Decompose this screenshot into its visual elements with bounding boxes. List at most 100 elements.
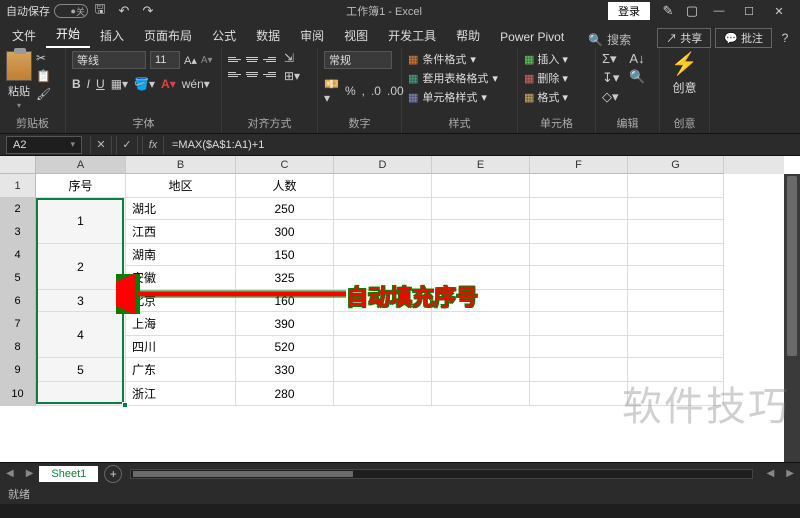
comma-icon[interactable]: ,	[362, 77, 365, 105]
name-box[interactable]: A2▾	[6, 136, 82, 154]
sheet-nav-prev[interactable]: ◀	[0, 468, 20, 479]
fill-icon[interactable]: ↧▾	[602, 70, 619, 86]
vertical-scrollbar[interactable]	[784, 174, 800, 462]
tab-file[interactable]: 文件	[2, 23, 46, 48]
cell[interactable]	[432, 382, 530, 406]
cell[interactable]	[334, 358, 432, 382]
row-header-8[interactable]: 8	[0, 336, 36, 358]
tab-data[interactable]: 数据	[246, 23, 290, 48]
cell[interactable]: 四川	[126, 336, 236, 358]
cell[interactable]	[334, 312, 432, 336]
align-buttons[interactable]	[228, 54, 276, 81]
font-size-select[interactable]: 11	[150, 51, 180, 69]
formula-input[interactable]: =MAX($A$1:A1)+1	[166, 136, 800, 154]
enter-formula-icon[interactable]: ✓	[116, 136, 138, 154]
cell[interactable]	[628, 336, 724, 358]
cell[interactable]	[628, 174, 724, 198]
cell[interactable]	[36, 382, 126, 406]
row-header-10[interactable]: 10	[0, 382, 36, 406]
merged-seq-cell[interactable]: 5	[36, 358, 126, 382]
cancel-formula-icon[interactable]: ✕	[90, 136, 112, 154]
copy-icon[interactable]: 📋	[36, 69, 51, 83]
cell[interactable]	[628, 382, 724, 406]
cell[interactable]	[628, 290, 724, 312]
cell[interactable]: 160	[236, 290, 334, 312]
decrease-font-icon[interactable]: A▾	[201, 55, 213, 66]
format-painter-icon[interactable]: 🖌	[36, 87, 51, 101]
cell[interactable]: 北京	[126, 290, 236, 312]
cell[interactable]	[530, 336, 628, 358]
font-name-select[interactable]: 等线	[72, 51, 146, 69]
row-headers[interactable]: 12345678910	[0, 174, 36, 406]
cell[interactable]	[334, 174, 432, 198]
cell[interactable]	[432, 358, 530, 382]
cells-container[interactable]: 序号地区人数湖北250江西300湖南150安徽325北京160上海390四川52…	[36, 174, 784, 462]
fx-icon[interactable]: fx	[142, 136, 164, 154]
delete-cells-button[interactable]: ▦删除 ▾	[524, 70, 568, 86]
cell[interactable]	[334, 198, 432, 220]
col-header-E[interactable]: E	[432, 156, 530, 174]
cell[interactable]	[334, 336, 432, 358]
help-icon[interactable]: ?	[776, 29, 794, 47]
minimize-button[interactable]: —	[704, 2, 734, 20]
cell[interactable]	[432, 220, 530, 244]
cell[interactable]	[530, 382, 628, 406]
cell[interactable]: 520	[236, 336, 334, 358]
sheet-nav-next[interactable]: ▶	[20, 468, 40, 479]
italic-button[interactable]: I	[87, 77, 90, 91]
cell[interactable]: 湖北	[126, 198, 236, 220]
cell[interactable]: 湖南	[126, 244, 236, 266]
col-header-C[interactable]: C	[236, 156, 334, 174]
cell[interactable]	[628, 312, 724, 336]
comments-button[interactable]: 💬 批注	[715, 28, 772, 48]
cell[interactable]	[530, 358, 628, 382]
currency-icon[interactable]: 💴▾	[324, 77, 339, 105]
find-select-icon[interactable]: 🔍	[629, 69, 645, 85]
tab-formulas[interactable]: 公式	[202, 23, 246, 48]
cell[interactable]: 安徽	[126, 266, 236, 290]
row-header-3[interactable]: 3	[0, 220, 36, 244]
cell[interactable]: 325	[236, 266, 334, 290]
cell[interactable]	[530, 220, 628, 244]
cell[interactable]	[530, 244, 628, 266]
bold-button[interactable]: B	[72, 77, 81, 91]
font-color-button[interactable]: A▾	[161, 77, 176, 91]
cell[interactable]	[334, 220, 432, 244]
underline-button[interactable]: U	[96, 77, 105, 91]
merged-seq-cell[interactable]: 1	[36, 198, 126, 244]
merged-seq-cell[interactable]: 2	[36, 244, 126, 290]
cell[interactable]: 330	[236, 358, 334, 382]
cell[interactable]	[334, 382, 432, 406]
cell-style-button[interactable]: ▦单元格样式▾	[408, 89, 498, 105]
horizontal-scrollbar[interactable]	[130, 469, 752, 479]
wrap-text-icon[interactable]: ⇲	[284, 51, 300, 65]
phonetic-button[interactable]: wén▾	[182, 77, 210, 91]
tab-view[interactable]: 视图	[334, 23, 378, 48]
login-button[interactable]: 登录	[608, 2, 650, 20]
format-cells-button[interactable]: ▦格式 ▾	[524, 89, 568, 105]
spreadsheet-grid[interactable]: ABCDEFG 12345678910 序号地区人数湖北250江西300湖南15…	[0, 156, 800, 462]
share-button[interactable]: ↗ 共享	[657, 28, 711, 48]
cell[interactable]	[530, 266, 628, 290]
cell[interactable]	[432, 198, 530, 220]
ribbon-options-icon[interactable]: ▢	[683, 2, 701, 20]
conditional-format-button[interactable]: ▦条件格式▾	[408, 51, 498, 67]
close-button[interactable]: ✕	[764, 2, 794, 20]
border-button[interactable]: ▦▾	[111, 77, 128, 91]
merged-seq-cell[interactable]: 3	[36, 290, 126, 312]
row-header-7[interactable]: 7	[0, 312, 36, 336]
cell[interactable]	[432, 336, 530, 358]
tab-power-pivot[interactable]: Power Pivot	[490, 26, 574, 48]
sheet-tab[interactable]: Sheet1	[39, 466, 98, 482]
save-icon[interactable]: 🖫	[91, 2, 109, 20]
cell[interactable]	[432, 266, 530, 290]
tab-help[interactable]: 帮助	[446, 23, 490, 48]
col-header-D[interactable]: D	[334, 156, 432, 174]
col-header-A[interactable]: A	[36, 156, 126, 174]
autosave-toggle[interactable]: 自动保存 ● 关	[6, 3, 88, 19]
add-sheet-button[interactable]: +	[104, 465, 122, 483]
cell[interactable]	[530, 198, 628, 220]
insert-cells-button[interactable]: ▦插入 ▾	[524, 51, 568, 67]
increase-decimal-icon[interactable]: .0	[371, 77, 381, 105]
cell[interactable]: 上海	[126, 312, 236, 336]
